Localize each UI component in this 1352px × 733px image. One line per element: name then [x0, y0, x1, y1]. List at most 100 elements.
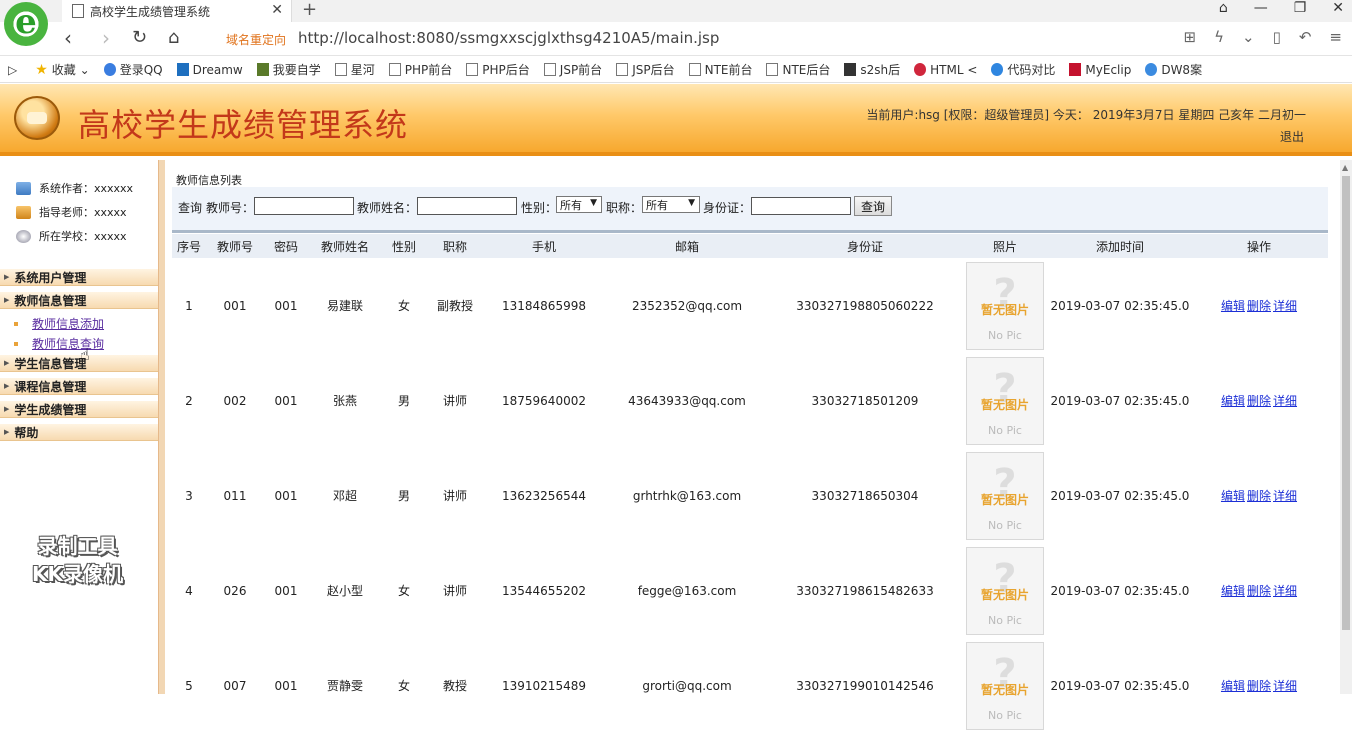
browser-tab[interactable]: 高校学生成绩管理系统 ✕ [62, 0, 292, 22]
cell-idcard: 33032718650304 [811, 488, 919, 503]
site-icon [256, 63, 269, 76]
cell-title: 讲师 [442, 394, 467, 408]
cell-actions: 编辑 删除 详细 [1190, 638, 1328, 733]
reader-icon[interactable]: ▯ [1273, 28, 1281, 46]
bookmark-item[interactable]: NTE后台 [766, 61, 830, 78]
cell-phone: 13623256544 [502, 488, 586, 503]
table-row: 2 002 001 张燕 男 讲师 18759640002 43643933@qq.com 33… [172, 353, 1328, 448]
gender-select[interactable]: 所有 ▼ [556, 196, 602, 213]
col-title: 职称 [426, 234, 484, 258]
delete-link[interactable]: 删除 [1247, 584, 1271, 598]
menu-icon[interactable]: ≡ [1329, 28, 1342, 46]
menu-system-users[interactable]: ▶ 系统用户管理 [0, 268, 158, 286]
detail-link[interactable]: 详细 [1273, 584, 1297, 598]
close-window-icon[interactable]: ✕ [1332, 0, 1344, 16]
bookmark-item[interactable]: 登录QQ [103, 61, 163, 78]
skin-icon[interactable]: ⌂ [1219, 0, 1228, 16]
bookmarks-bar: ▷ ★ 收藏 ⌄ 登录QQ Dreamw 我要自学 星河 PHP前台 PHP后台 … [0, 57, 1352, 83]
cell-gender: 男 [397, 394, 410, 408]
bookmark-item[interactable]: MyEclip [1069, 63, 1131, 77]
sidebar-toggle-icon[interactable]: ▷ [8, 63, 17, 77]
app-title: 高校学生成绩管理系统 [78, 106, 409, 144]
page-icon [766, 63, 779, 76]
bookmark-item[interactable]: 代码对比 [991, 61, 1055, 78]
sidebar-splitter[interactable] [158, 160, 165, 694]
detail-link[interactable]: 详细 [1273, 679, 1297, 693]
detail-link[interactable]: 详细 [1273, 299, 1297, 313]
cell-no: 3 [185, 488, 193, 503]
title-select[interactable]: 所有 ▼ [642, 196, 700, 213]
lightning-icon[interactable]: ϟ [1214, 28, 1224, 46]
menu-course-info[interactable]: ▶ 课程信息管理 [0, 377, 158, 395]
triangle-right-icon: ▶ [4, 359, 10, 367]
bookmark-item[interactable]: Dreamw [176, 63, 243, 77]
cell-idcard: 330327198805060222 [796, 298, 934, 313]
close-tab-icon[interactable]: ✕ [271, 2, 283, 18]
home-icon[interactable]: ⌂ [168, 27, 179, 48]
triangle-right-icon: ▶ [4, 273, 10, 281]
detail-link[interactable]: 详细 [1273, 394, 1297, 408]
submenu-teacher-query[interactable]: 教师信息查询 [14, 335, 104, 352]
bookmark-item[interactable]: s2sh后 [844, 61, 900, 78]
bookmark-favorites[interactable]: ★ 收藏 ⌄ [35, 61, 89, 78]
edit-link[interactable]: 编辑 [1221, 489, 1245, 503]
chevron-down-icon[interactable]: ⌄ [1242, 28, 1255, 46]
cell-email: fegge@163.com [637, 583, 737, 598]
photo-placeholder: ? 暂无图片 No Pic [966, 261, 1044, 350]
computer-icon [16, 181, 31, 195]
cell-teacher-no: 001 [223, 298, 247, 313]
triangle-right-icon: ▶ [4, 296, 10, 304]
address-bar: ‹ › ↻ ⌂ 域名重定向 http://localhost:8080/ssmg… [0, 22, 1352, 56]
cell-email: 43643933@qq.com [628, 393, 746, 408]
edit-link[interactable]: 编辑 [1221, 299, 1245, 313]
cell-email: grhtrhk@163.com [632, 488, 742, 503]
id-input[interactable] [751, 197, 851, 215]
scroll-up-icon[interactable]: ▲ [1342, 163, 1348, 172]
bookmark-item[interactable]: DW8案 [1145, 61, 1202, 78]
bookmark-item[interactable]: NTE前台 [688, 61, 752, 78]
triangle-right-icon: ▶ [4, 428, 10, 436]
cell-gender: 女 [397, 679, 410, 693]
edit-link[interactable]: 编辑 [1221, 394, 1245, 408]
minimize-icon[interactable]: — [1254, 0, 1268, 16]
vertical-scrollbar[interactable]: ▲ [1340, 160, 1352, 694]
new-tab-icon[interactable]: + [302, 0, 317, 20]
triangle-right-icon: ▶ [4, 382, 10, 390]
undo-icon[interactable]: ↶ [1299, 28, 1312, 46]
submenu-teacher-add[interactable]: 教师信息添加 [14, 315, 104, 332]
scrollbar-thumb[interactable] [1342, 176, 1350, 630]
edit-link[interactable]: 编辑 [1221, 679, 1245, 693]
logout-link[interactable]: 退出 [1280, 128, 1304, 145]
search-button[interactable]: 查询 [854, 196, 892, 216]
cell-gender: 女 [397, 299, 410, 313]
refresh-icon[interactable]: ↻ [132, 27, 147, 48]
delete-link[interactable]: 删除 [1247, 394, 1271, 408]
bookmark-item[interactable]: PHP后台 [466, 61, 530, 78]
site-icon [844, 63, 857, 76]
bookmark-item[interactable]: PHP前台 [388, 61, 452, 78]
menu-help[interactable]: ▶ 帮助 [0, 423, 158, 441]
grid-icon[interactable]: ⊞ [1184, 28, 1197, 46]
delete-link[interactable]: 删除 [1247, 489, 1271, 503]
bookmark-item[interactable]: JSP前台 [543, 61, 602, 78]
teacher-name-label: 教师姓名： [357, 201, 418, 215]
bookmark-item[interactable]: 我要自学 [256, 61, 321, 78]
bookmark-item[interactable]: HTML < [914, 63, 977, 77]
restore-icon[interactable]: ❐ [1294, 0, 1307, 16]
delete-link[interactable]: 删除 [1247, 299, 1271, 313]
forward-icon[interactable]: › [102, 26, 110, 50]
teacher-no-input[interactable] [254, 197, 354, 215]
edit-link[interactable]: 编辑 [1221, 584, 1245, 598]
url-input[interactable]: http://localhost:8080/ssmgxxscjglxthsg42… [298, 29, 719, 47]
delete-link[interactable]: 删除 [1247, 679, 1271, 693]
detail-link[interactable]: 详细 [1273, 489, 1297, 503]
menu-teacher-info[interactable]: ▶ 教师信息管理 [0, 291, 158, 309]
cell-time: 2019-03-07 02:35:45.0 [1050, 393, 1190, 408]
bookmark-item[interactable]: JSP后台 [616, 61, 675, 78]
menu-student-scores[interactable]: ▶ 学生成绩管理 [0, 400, 158, 418]
back-icon[interactable]: ‹ [64, 26, 72, 50]
bookmark-item[interactable]: 星河 [334, 61, 375, 78]
col-teacher-no: 教师号 [206, 234, 264, 258]
menu-student-info[interactable]: ▶ 学生信息管理 [0, 354, 158, 372]
teacher-name-input[interactable] [417, 197, 517, 215]
